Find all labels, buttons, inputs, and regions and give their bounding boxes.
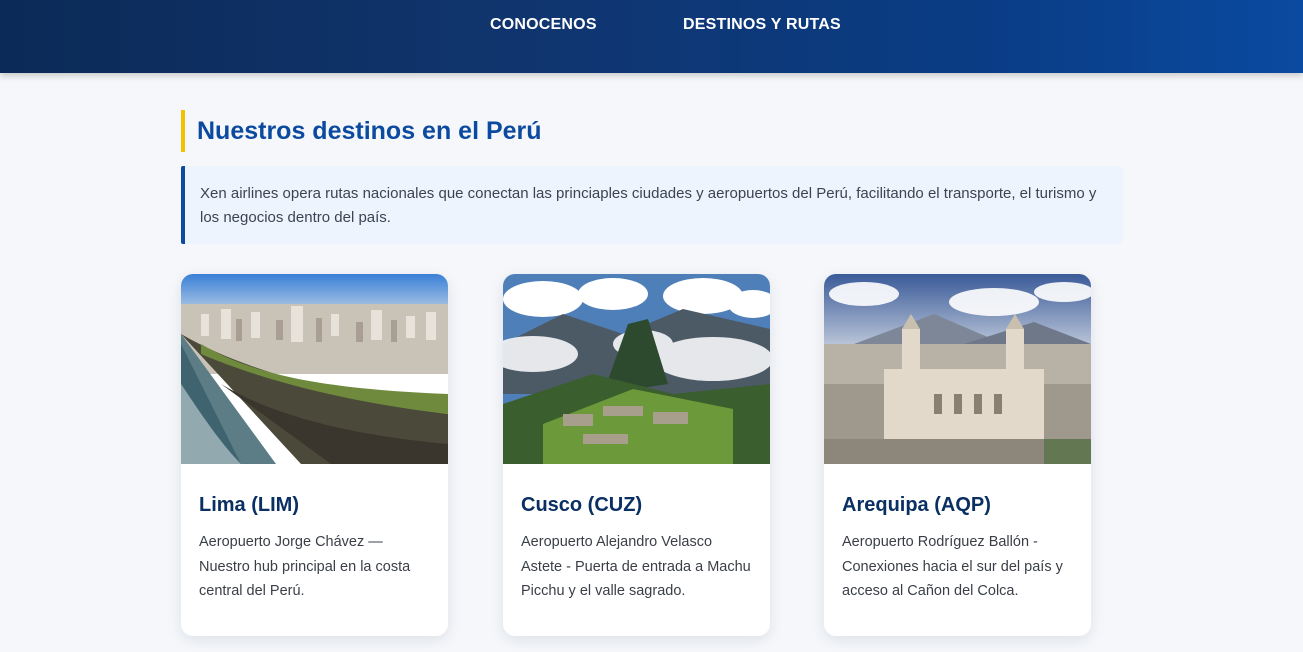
destination-card-cusco[interactable]: Cusco (CUZ) Aeropuerto Alejandro Velasco… — [503, 274, 770, 636]
arequipa-cathedral-photo — [824, 274, 1091, 464]
destination-card-lima[interactable]: Lima (LIM) Aeropuerto Jorge Chávez — Nue… — [181, 274, 448, 636]
top-nav-bar: CONOCENOS DESTINOS Y RUTAS — [0, 0, 1303, 73]
card-description: Aeropuerto Rodríguez Ballón - Conexiones… — [842, 534, 1063, 599]
card-title: Cusco (CUZ) — [521, 494, 643, 516]
card-description: Aeropuerto Jorge Chávez — Nuestro hub pr… — [199, 534, 411, 599]
intro-text: Xen airlines opera rutas nacionales que … — [181, 166, 1123, 244]
card-title: Lima (LIM) — [199, 494, 299, 516]
card-title: Arequipa (AQP) — [842, 494, 991, 516]
machu-picchu-photo — [503, 274, 770, 464]
section-title: Nuestros destinos en el Perú — [181, 110, 542, 152]
lima-coastline-photo — [181, 274, 448, 464]
nav-link-conocenos[interactable]: CONOCENOS — [490, 16, 597, 34]
nav-link-destinos-y-rutas[interactable]: DESTINOS Y RUTAS — [683, 16, 841, 34]
destination-card-arequipa[interactable]: Arequipa (AQP) Aeropuerto Rodríguez Ball… — [824, 274, 1091, 636]
card-description: Aeropuerto Alejandro Velasco Astete - Pu… — [521, 534, 751, 599]
